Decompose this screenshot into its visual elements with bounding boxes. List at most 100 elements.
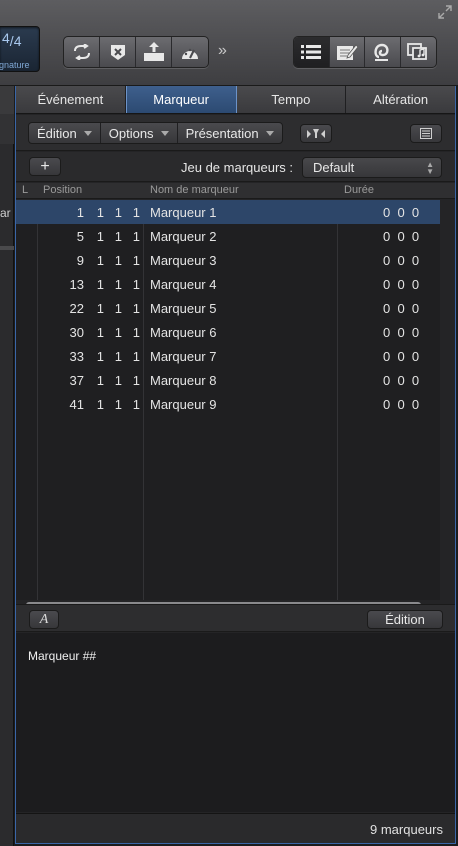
position-bar[interactable]: 1	[64, 205, 84, 220]
marker-set-select[interactable]: Default ▲ ▼	[302, 157, 442, 178]
more-tools-button[interactable]: »	[218, 42, 227, 60]
position-div[interactable]: 1	[102, 205, 122, 220]
marker-name[interactable]: Marqueur 5	[150, 301, 216, 316]
position-bar[interactable]: 41	[64, 397, 84, 412]
table-row[interactable]: 1 1 1 1 Marqueur 10 0 0	[16, 200, 440, 224]
options-menu-label: Options	[108, 125, 154, 141]
marker-set-bar: + Jeu de marqueurs : Default ▲ ▼	[16, 152, 455, 182]
marker-duration[interactable]: 0 0 0	[383, 253, 419, 268]
marker-name[interactable]: Marqueur 6	[150, 325, 216, 340]
view-toggle-button[interactable]	[410, 124, 442, 143]
position-beat[interactable]: 1	[84, 301, 104, 316]
position-div[interactable]: 1	[102, 253, 122, 268]
marker-duration[interactable]: 0 0 0	[383, 277, 419, 292]
marker-duration[interactable]: 0 0 0	[383, 229, 419, 244]
add-marker-button[interactable]: +	[29, 157, 61, 176]
position-tick[interactable]: 1	[120, 205, 140, 220]
list-editors-icon[interactable]	[294, 37, 330, 67]
tab-evenement[interactable]: Événement	[16, 86, 126, 113]
position-tick[interactable]: 1	[120, 325, 140, 340]
catch-playhead-button[interactable]	[300, 124, 332, 143]
marker-duration[interactable]: 0 0 0	[383, 205, 419, 220]
position-div[interactable]: 1	[102, 301, 122, 316]
expand-icon[interactable]	[438, 5, 452, 19]
presentation-menu[interactable]: Présentation	[178, 123, 282, 143]
marker-name[interactable]: Marqueur 9	[150, 397, 216, 412]
position-div[interactable]: 1	[102, 325, 122, 340]
table-row[interactable]: 33 1 1 1 Marqueur 70 0 0	[16, 344, 440, 368]
column-position[interactable]: Position	[43, 184, 82, 196]
marker-duration[interactable]: 0 0 0	[383, 325, 419, 340]
table-row[interactable]: 9 1 1 1 Marqueur 30 0 0	[16, 248, 440, 272]
position-bar[interactable]: 33	[64, 349, 84, 364]
position-tick[interactable]: 1	[120, 277, 140, 292]
marker-name[interactable]: Marqueur 4	[150, 277, 216, 292]
position-beat[interactable]: 1	[84, 229, 104, 244]
position-bar[interactable]: 37	[64, 373, 84, 388]
position-div[interactable]: 1	[102, 277, 122, 292]
marker-text-area[interactable]: Marqueur ##	[16, 633, 455, 812]
marker-name[interactable]: Marqueur 8	[150, 373, 216, 388]
left-pane-toolbar	[0, 114, 14, 144]
position-tick[interactable]: 1	[120, 301, 140, 316]
notepad-icon[interactable]	[330, 37, 365, 67]
list-view-icon	[420, 128, 432, 139]
edition-menu[interactable]: Édition	[29, 123, 101, 143]
signature-display[interactable]: 4/4 ignature	[0, 26, 40, 72]
loop-browser-icon[interactable]	[365, 37, 401, 67]
marker-name[interactable]: Marqueur 1	[150, 205, 216, 220]
media-browser-icon[interactable]	[401, 37, 436, 67]
position-tick[interactable]: 1	[120, 397, 140, 412]
column-lock[interactable]: L	[22, 184, 28, 196]
cycle-icon[interactable]	[64, 37, 100, 67]
marker-duration[interactable]: 0 0 0	[383, 373, 419, 388]
position-tick[interactable]: 1	[120, 229, 140, 244]
marker-duration[interactable]: 0 0 0	[383, 397, 419, 412]
position-bar[interactable]: 22	[64, 301, 84, 316]
marker-name[interactable]: Marqueur 7	[150, 349, 216, 364]
replace-icon[interactable]	[100, 37, 136, 67]
tab-marqueur[interactable]: Marqueur	[125, 86, 237, 113]
table-row[interactable]: 30 1 1 1 Marqueur 60 0 0	[16, 320, 440, 344]
table-row[interactable]: 13 1 1 1 Marqueur 40 0 0	[16, 272, 440, 296]
position-beat[interactable]: 1	[84, 205, 104, 220]
position-div[interactable]: 1	[102, 349, 122, 364]
position-tick[interactable]: 1	[120, 253, 140, 268]
position-tick[interactable]: 1	[120, 349, 140, 364]
options-menu[interactable]: Options	[101, 123, 178, 143]
column-duration[interactable]: Durée	[344, 184, 374, 196]
metronome-icon[interactable]	[172, 37, 208, 67]
marker-text-bar: A Édition	[16, 604, 455, 632]
position-tick[interactable]: 1	[120, 373, 140, 388]
position-beat[interactable]: 1	[84, 325, 104, 340]
position-beat[interactable]: 1	[84, 397, 104, 412]
position-div[interactable]: 1	[102, 229, 122, 244]
signature-label: ignature	[0, 60, 30, 70]
tab-alteration[interactable]: Altération	[346, 86, 455, 113]
position-beat[interactable]: 1	[84, 277, 104, 292]
marker-name[interactable]: Marqueur 2	[150, 229, 216, 244]
table-row[interactable]: 37 1 1 1 Marqueur 80 0 0	[16, 368, 440, 392]
marker-duration[interactable]: 0 0 0	[383, 349, 419, 364]
column-name[interactable]: Nom de marqueur	[150, 184, 239, 196]
table-row[interactable]: 22 1 1 1 Marqueur 50 0 0	[16, 296, 440, 320]
position-div[interactable]: 1	[102, 397, 122, 412]
position-beat[interactable]: 1	[84, 373, 104, 388]
table-row[interactable]: 5 1 1 1 Marqueur 20 0 0	[16, 224, 440, 248]
position-beat[interactable]: 1	[84, 349, 104, 364]
position-div[interactable]: 1	[102, 373, 122, 388]
edit-text-button[interactable]: Édition	[367, 610, 443, 629]
position-bar[interactable]: 5	[64, 229, 84, 244]
table-row[interactable]: 41 1 1 1 Marqueur 90 0 0	[16, 392, 440, 416]
bounce-icon[interactable]	[136, 37, 172, 67]
tab-tempo[interactable]: Tempo	[237, 86, 347, 113]
position-bar[interactable]: 9	[64, 253, 84, 268]
marker-duration[interactable]: 0 0 0	[383, 301, 419, 316]
editor-tabs: Événement Marqueur Tempo Altération	[16, 86, 455, 114]
status-bar: 9 marqueurs	[16, 813, 455, 843]
position-bar[interactable]: 13	[64, 277, 84, 292]
font-button[interactable]: A	[29, 610, 59, 629]
position-beat[interactable]: 1	[84, 253, 104, 268]
marker-name[interactable]: Marqueur 3	[150, 253, 216, 268]
position-bar[interactable]: 30	[64, 325, 84, 340]
